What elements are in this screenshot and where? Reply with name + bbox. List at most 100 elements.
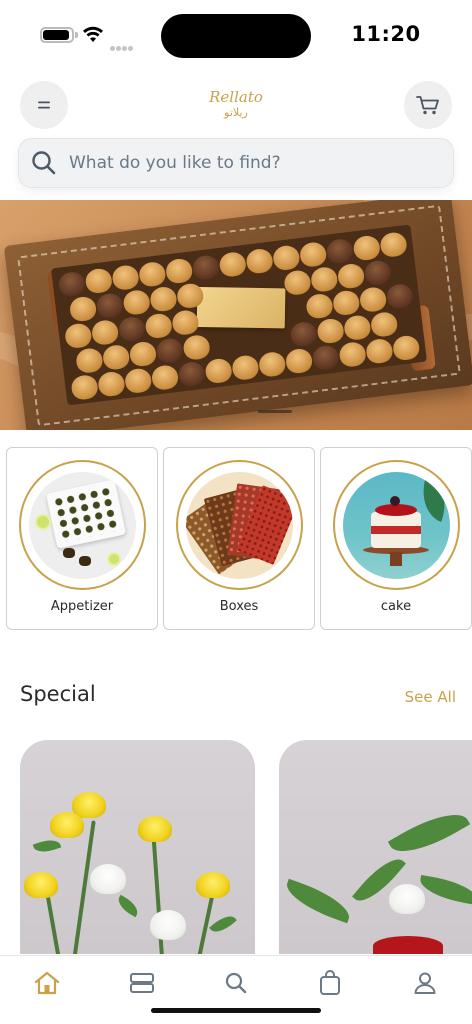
flower-stem xyxy=(196,890,216,954)
chocolate-piece xyxy=(336,262,366,290)
chocolate-piece xyxy=(369,310,399,338)
promo-banner[interactable] xyxy=(0,200,472,430)
category-image-ring xyxy=(19,460,146,590)
tab-search[interactable] xyxy=(221,968,251,998)
chocolate-piece xyxy=(144,312,174,340)
status-bar: 11:20 xyxy=(0,0,472,70)
category-image-ring xyxy=(333,460,460,590)
chocolate-piece xyxy=(137,260,167,288)
chocolate-piece xyxy=(155,337,185,365)
chocolate-piece xyxy=(316,317,345,345)
appetizer-box xyxy=(45,478,127,549)
bag-icon xyxy=(320,970,340,995)
slide-indicator xyxy=(258,410,292,413)
product-card[interactable] xyxy=(20,740,255,954)
flower-leaf xyxy=(417,874,472,906)
appetizer-pieces xyxy=(51,484,121,543)
chocolate-piece xyxy=(123,367,153,395)
categories-icon xyxy=(130,973,154,993)
category-label: Boxes xyxy=(219,599,259,614)
chocolate-piece xyxy=(352,234,382,262)
logo-latin-text: Rellato xyxy=(209,88,263,106)
chocolate-piece xyxy=(309,265,339,293)
dynamic-island xyxy=(161,14,311,58)
home-indicator xyxy=(151,1008,321,1013)
search-bar[interactable]: What do you like to find? xyxy=(18,138,454,188)
category-list: Appetizer Boxes cake xyxy=(6,447,472,631)
chocolate-piece xyxy=(191,254,221,282)
flower-leaf xyxy=(281,878,355,924)
cake-stand-base xyxy=(390,551,402,566)
gold-card xyxy=(196,286,286,329)
chocolate-piece xyxy=(257,350,287,378)
chocolate-tray-image xyxy=(3,200,472,430)
chocolate-piece xyxy=(70,373,99,401)
chocolate-piece xyxy=(231,354,260,382)
tulip-arrangement-image xyxy=(279,740,472,954)
chocolate-piece xyxy=(271,244,301,272)
category-card-boxes[interactable]: Boxes xyxy=(163,447,315,630)
cake-berry xyxy=(390,495,400,506)
yellow-tulip xyxy=(196,872,230,898)
chocolate-piece xyxy=(95,292,125,320)
home-icon xyxy=(34,971,60,995)
cellular-signal-icon xyxy=(110,36,136,51)
chocolate-piece xyxy=(204,357,233,385)
see-all-link[interactable]: See All xyxy=(396,688,456,706)
chocolate-piece xyxy=(363,259,393,287)
tab-bag[interactable] xyxy=(315,968,345,998)
chocolate-piece xyxy=(128,340,158,368)
chocolate-piece xyxy=(284,347,314,375)
chocolate-piece xyxy=(63,322,93,350)
chocolate-piece xyxy=(311,344,341,372)
bottom-tab-bar xyxy=(0,955,472,1024)
cart-icon xyxy=(416,96,439,115)
product-card[interactable] xyxy=(279,740,472,954)
lemon-slice xyxy=(107,551,121,566)
flower-leaf xyxy=(114,894,142,918)
category-card-appetizer[interactable]: Appetizer xyxy=(6,447,158,630)
date-piece xyxy=(63,547,75,558)
chocolate-piece xyxy=(101,343,131,371)
chocolate-piece xyxy=(342,314,372,342)
brand-logo: Rellato ريلاتو xyxy=(196,88,276,128)
chocolate-piece xyxy=(365,337,394,365)
category-image-ring xyxy=(176,460,303,590)
white-rose xyxy=(150,910,186,940)
battery-tip xyxy=(75,32,78,38)
yellow-tulip xyxy=(50,812,84,838)
battery-icon xyxy=(40,27,74,43)
boxes-image xyxy=(186,471,293,579)
chocolate-piece xyxy=(171,309,200,337)
yellow-tulip xyxy=(138,816,172,842)
tab-categories[interactable] xyxy=(127,968,157,998)
section-title-special: Special xyxy=(20,682,96,706)
chocolate-piece xyxy=(117,315,147,343)
tab-home[interactable] xyxy=(32,968,62,998)
chocolate-piece xyxy=(391,334,421,362)
chocolate-piece xyxy=(57,270,87,298)
chocolate-piece xyxy=(379,231,408,259)
cake-red-layer xyxy=(371,525,421,534)
menu-button[interactable] xyxy=(20,81,68,129)
lemon-slice xyxy=(35,513,51,530)
chocolate-piece xyxy=(331,289,361,317)
cart-button[interactable] xyxy=(404,81,452,129)
chocolate-piece xyxy=(68,295,98,323)
cake-image xyxy=(343,471,450,579)
white-rose xyxy=(90,864,126,894)
chocolate-piece xyxy=(90,318,120,346)
menu-icon xyxy=(38,101,50,109)
red-flower xyxy=(373,936,443,954)
category-card-cake[interactable]: cake xyxy=(320,447,472,630)
chocolate-piece xyxy=(182,333,211,361)
app-header: Rellato ريلاتو xyxy=(0,80,472,132)
tab-profile[interactable] xyxy=(410,968,440,998)
yellow-tulip xyxy=(24,872,58,898)
chocolate-piece xyxy=(149,285,178,313)
wifi-icon xyxy=(83,26,103,42)
chocolate-piece xyxy=(150,363,180,391)
chocolate-piece xyxy=(218,250,248,278)
search-input[interactable]: What do you like to find? xyxy=(69,153,281,173)
profile-icon xyxy=(414,972,436,994)
